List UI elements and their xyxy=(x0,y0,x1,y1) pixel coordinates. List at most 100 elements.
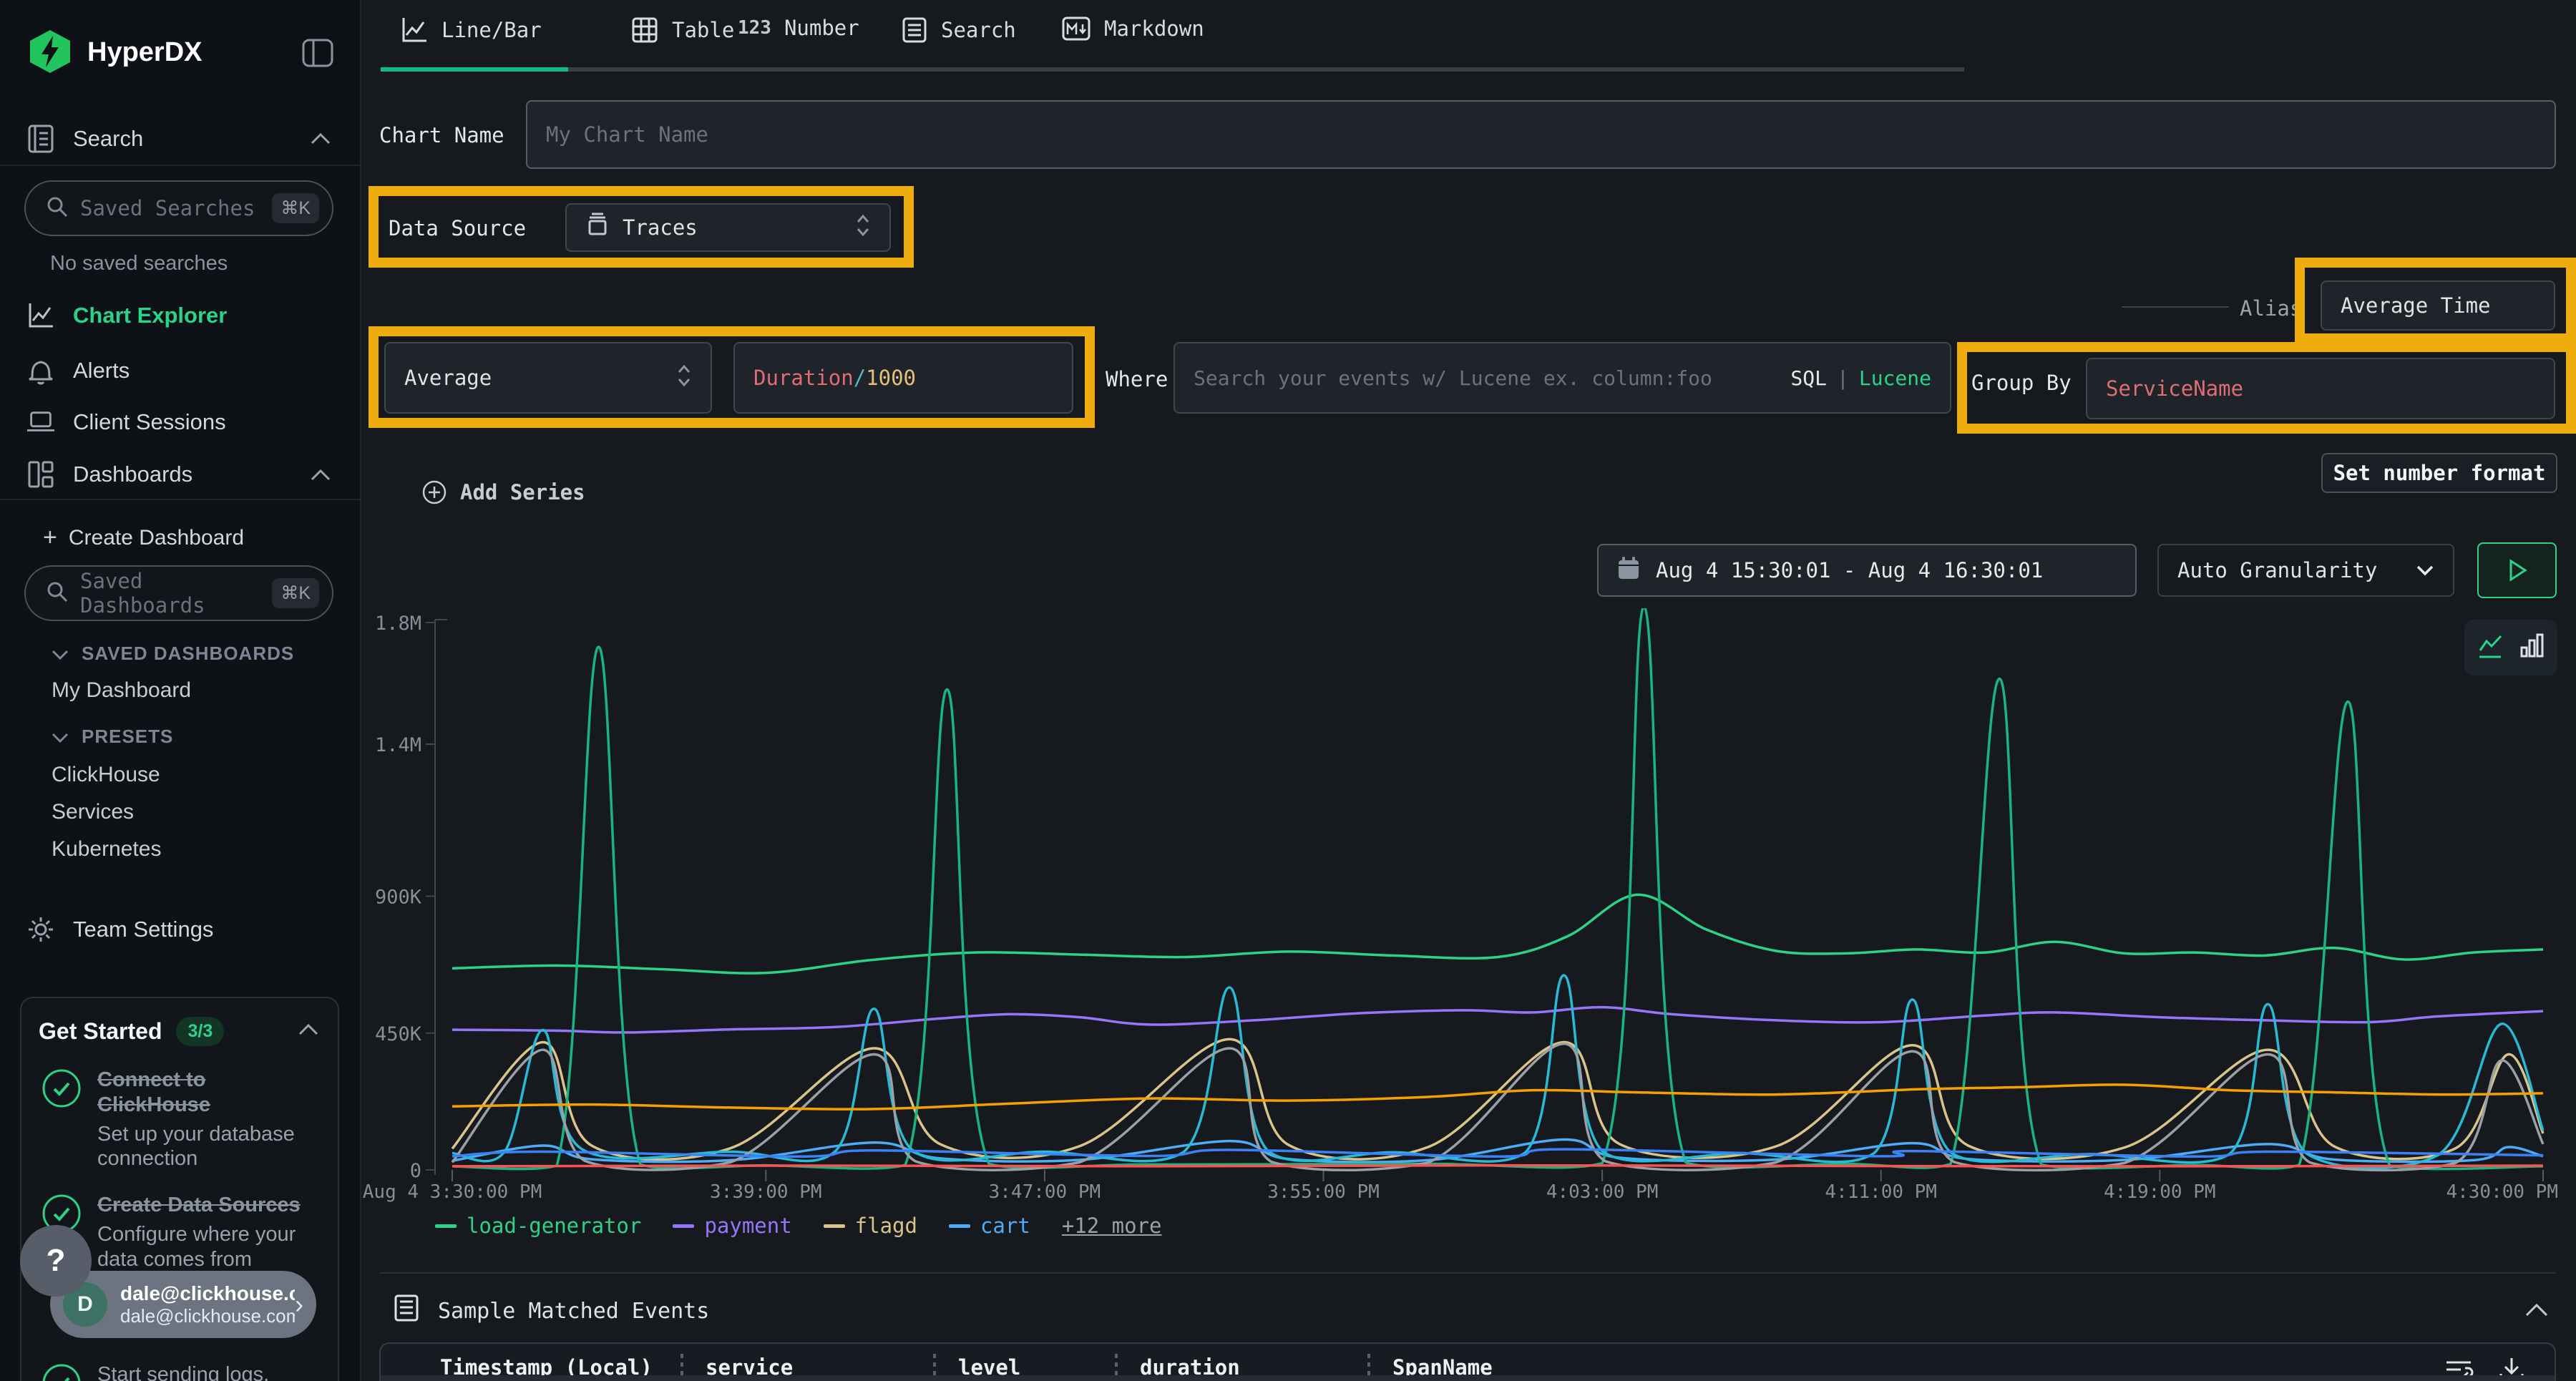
plus-circle-icon xyxy=(420,478,449,507)
alias-value: Average Time xyxy=(2341,293,2491,318)
legend-item-payment[interactable]: payment xyxy=(673,1214,791,1238)
sidebar-collapse-icon[interactable] xyxy=(299,34,336,75)
tab-label: Number xyxy=(784,16,859,40)
chart-name-input[interactable]: My Chart Name xyxy=(526,100,2556,169)
markdown-icon xyxy=(1061,16,1091,42)
series-line-unlabeled-gray-spikes xyxy=(452,1044,2543,1171)
run-query-button[interactable] xyxy=(2477,542,2557,598)
hyperdx-app: HyperDX Search Saved Searches ⌘K xyxy=(0,0,2576,1381)
time-range-input[interactable]: Aug 4 15:30:01 - Aug 4 16:30:01 xyxy=(1597,544,2137,597)
user-subtext: dale@clickhouse.com's xyxy=(120,1305,295,1327)
collapse-section-chevron-icon[interactable] xyxy=(2522,1301,2551,1322)
legend-item-flagd[interactable]: flagd xyxy=(824,1214,917,1238)
tab-markdown[interactable]: Markdown xyxy=(1061,16,1204,42)
sidebar-section-search[interactable]: Search xyxy=(26,123,143,155)
group-by-value: ServiceName xyxy=(2106,376,2243,401)
sidebar-item-kubernetes[interactable]: Kubernetes xyxy=(52,837,161,862)
sidebar-item-clickhouse[interactable]: ClickHouse xyxy=(52,763,160,787)
x-axis-tick-label: Aug 4 3:30:00 PM xyxy=(363,1181,542,1203)
get-started-item-subtitle: Start sending logs, metrics, or traces xyxy=(97,1362,312,1381)
sidebar-item-services[interactable]: Services xyxy=(52,800,134,824)
get-started-title: Get Started xyxy=(39,1018,162,1045)
group-by-input[interactable]: ServiceName xyxy=(2086,358,2555,419)
get-started-item-title: Connect to ClickHouse xyxy=(97,1068,312,1118)
get-started-item[interactable]: Start sending logs, metrics, or traces xyxy=(39,1362,321,1381)
chevron-up-icon[interactable] xyxy=(308,467,333,487)
add-series-button[interactable]: Add Series xyxy=(420,478,585,507)
lucene-mode-label[interactable]: Lucene xyxy=(1859,366,1931,390)
line-chart-icon xyxy=(400,16,429,44)
chart-name-placeholder: My Chart Name xyxy=(546,122,708,147)
query-mode-toggle[interactable]: SQL | Lucene xyxy=(1790,366,1931,390)
alias-input[interactable]: Average Time xyxy=(2321,280,2555,331)
chevron-up-icon[interactable] xyxy=(308,130,333,151)
chart-legend: load-generator payment flagd cart +12 more xyxy=(435,1214,1162,1238)
aggregation-value: Average xyxy=(404,366,492,390)
help-button[interactable]: ? xyxy=(20,1225,92,1297)
sidebar-item-client-sessions[interactable]: Client Sessions xyxy=(26,408,226,436)
data-source-label: Data Source xyxy=(389,216,526,240)
sidebar-item-team-settings[interactable]: Team Settings xyxy=(26,914,213,945)
chevron-up-icon[interactable] xyxy=(296,1022,321,1041)
timeseries-chart[interactable]: 0450K900K1.4M1.8MAug 4 3:30:00 PM3:39:00… xyxy=(360,608,2576,1211)
chevron-down-icon xyxy=(2416,564,2434,577)
legend-more-link[interactable]: +12 more xyxy=(1062,1214,1162,1238)
dashboard-grid-icon xyxy=(26,459,56,489)
sidebar-search-label: Search xyxy=(73,126,143,152)
sample-events-header[interactable]: Sample Matched Events xyxy=(392,1292,709,1329)
check-circle-icon xyxy=(39,1362,84,1381)
tab-label: Line/Bar xyxy=(441,18,542,42)
saved-dashboards-input[interactable]: Saved Dashboards ⌘K xyxy=(24,565,333,621)
sidebar-item-my-dashboard[interactable]: My Dashboard xyxy=(52,678,191,703)
group-label: PRESETS xyxy=(82,726,173,748)
sql-mode-label[interactable]: SQL xyxy=(1790,366,1827,390)
laptop-icon xyxy=(26,408,56,436)
number-token: 1000 xyxy=(866,366,916,390)
aggregation-select[interactable]: Average xyxy=(384,342,712,414)
search-panel-icon xyxy=(26,123,56,155)
granularity-select[interactable]: Auto Granularity xyxy=(2157,544,2454,597)
set-number-format-button[interactable]: Set number format xyxy=(2321,453,2557,493)
legend-item-load-generator[interactable]: load-generator xyxy=(435,1214,641,1238)
series-line-payment xyxy=(452,1007,2543,1033)
sample-events-title: Sample Matched Events xyxy=(438,1299,709,1324)
sidebar-item-label: Client Sessions xyxy=(73,409,226,435)
group-saved-dashboards[interactable]: SAVED DASHBOARDS xyxy=(50,643,294,665)
x-axis-tick-label: 4:03:00 PM xyxy=(1546,1181,1659,1203)
tab-label: Table xyxy=(672,18,734,42)
get-started-item[interactable]: Connect to ClickHouse Set up your databa… xyxy=(39,1068,321,1171)
data-source-select[interactable]: Traces xyxy=(565,203,891,252)
group-label: SAVED DASHBOARDS xyxy=(82,643,294,665)
app-title: HyperDX xyxy=(87,37,203,68)
user-menu[interactable]: D dale@clickhouse.com dale@clickhouse.co… xyxy=(50,1271,316,1338)
legend-item-cart[interactable]: cart xyxy=(949,1214,1030,1238)
gear-icon xyxy=(26,914,56,945)
series-line-unlabeled-orange xyxy=(452,1085,2543,1109)
tab-line-bar[interactable]: Line/Bar xyxy=(400,16,542,44)
set-number-format-label: Set number format xyxy=(2333,461,2546,485)
alias-label: Alias xyxy=(2240,296,2302,321)
events-list-icon xyxy=(392,1292,421,1329)
y-axis-tick-label: 1.8M xyxy=(375,613,421,635)
plus-icon: + xyxy=(43,524,57,552)
field-expression-input[interactable]: Duration/1000 xyxy=(733,342,1073,414)
tab-number[interactable]: 123 Number xyxy=(738,16,859,40)
sidebar-item-chart-explorer[interactable]: Chart Explorer xyxy=(26,301,227,331)
tab-table[interactable]: Table xyxy=(630,16,734,44)
x-axis-tick-label: 4:11:00 PM xyxy=(1825,1181,1937,1203)
sidebar-item-label: Team Settings xyxy=(73,917,213,942)
play-icon xyxy=(2507,558,2528,582)
divider xyxy=(379,1272,2556,1274)
group-presets[interactable]: PRESETS xyxy=(50,726,173,748)
tab-search[interactable]: Search xyxy=(901,16,1016,44)
select-chevrons-icon xyxy=(855,213,871,243)
x-axis-tick-label: 3:39:00 PM xyxy=(710,1181,822,1203)
tab-underline-track xyxy=(381,67,1964,72)
create-dashboard-button[interactable]: + Create Dashboard xyxy=(43,524,244,552)
database-icon xyxy=(585,213,610,243)
shortcut-badge: ⌘K xyxy=(272,578,319,608)
saved-searches-input[interactable]: Saved Searches ⌘K xyxy=(24,180,333,236)
sidebar-item-dashboards[interactable]: Dashboards xyxy=(26,459,192,489)
sidebar-item-alerts[interactable]: Alerts xyxy=(26,355,130,386)
where-input[interactable]: Search your events w/ Lucene ex. column:… xyxy=(1174,342,1951,414)
